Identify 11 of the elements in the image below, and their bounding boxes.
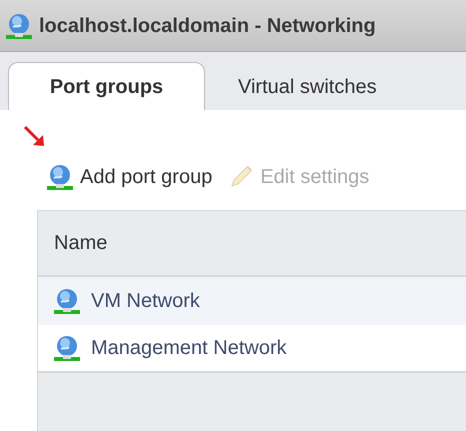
table-row[interactable]: Management Network	[38, 325, 466, 373]
table-row[interactable]: VM Network	[38, 277, 466, 325]
network-icon	[5, 12, 33, 38]
network-icon	[53, 288, 81, 314]
tab[interactable]: Virtual switches	[205, 62, 410, 110]
pencil-icon	[228, 164, 254, 190]
tab[interactable]: Port groups	[8, 62, 205, 110]
network-icon	[46, 164, 74, 190]
add-button[interactable]: Add port group	[46, 162, 212, 192]
window-title: localhost.localdomain - Networking	[39, 14, 376, 38]
network-icon	[53, 335, 81, 361]
